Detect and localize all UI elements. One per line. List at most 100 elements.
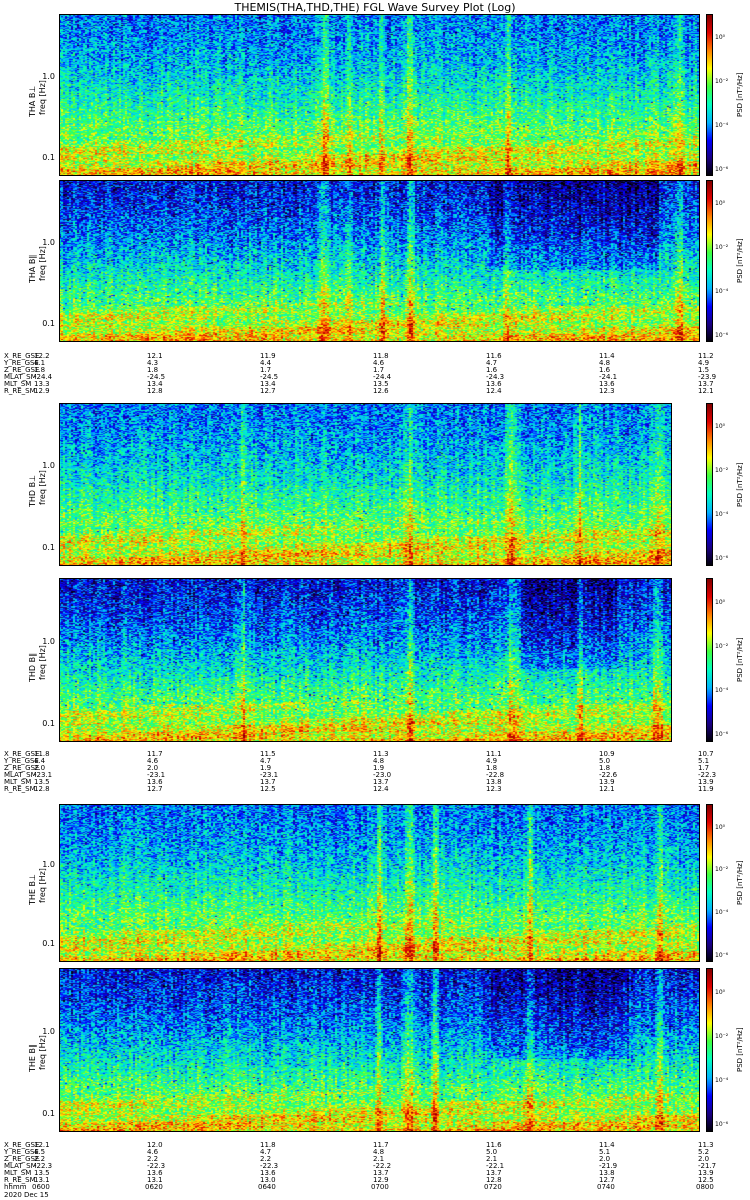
- thd-ephemeris-row: MLT_SM 13.5 13.6 13.7 13.7 13.8 13.9 13.9: [0, 778, 750, 786]
- tha-bpar-colorbar-tick: 10⁻⁴: [715, 287, 729, 295]
- tha-bpar-colorbar-tick: 10⁰: [715, 200, 726, 208]
- thd-bpar-spectrogram: [59, 578, 672, 742]
- tha-bperp-colorbar-label: PSD [nT²/Hz]: [736, 72, 744, 117]
- tha-bpar-spectrogram: [59, 180, 700, 342]
- ephemeris-value: 11.9: [698, 785, 714, 793]
- thd-ephemeris-row: Y_RE_GSE 4.4 4.6 4.7 4.8 4.9 5.0 5.1: [0, 757, 750, 765]
- tha-bpar-colorbar-label: PSD [nT²/Hz]: [736, 238, 744, 283]
- the-bpar-spectrogram: [59, 968, 700, 1132]
- the-bperp-colorbar-tick: 10⁻⁴: [715, 909, 729, 917]
- the-ephemeris-row: Y_RE_GSE 4.5 4.6 4.7 4.8 5.0 5.1 5.2: [0, 1148, 750, 1156]
- tha-bpar-colorbar: [706, 180, 712, 342]
- thd-bperp-colorbar-tick: 10⁻⁶: [715, 555, 729, 563]
- the-ephemeris-row: MLT_SM 13.5 13.6 13.6 13.7 13.7 13.8 13.9: [0, 1169, 750, 1177]
- tha-ephemeris-row: X_RE_GSE 12.2 12.1 11.9 11.8 11.6 11.4 11.2: [0, 352, 750, 360]
- the-ephemeris-row: R_RE_SM 13.1 13.1 13.0 12.9 12.8 12.7 12.5: [0, 1176, 750, 1184]
- ephemeris-value: 12.6: [373, 387, 389, 395]
- the-bpar-ytick: 1.0: [42, 1026, 55, 1036]
- thd-bpar-ytick: 0.1: [42, 718, 55, 728]
- tha-bpar-freq-label: freq [Hz]: [38, 246, 47, 281]
- ephemeris-value: 12.3: [599, 387, 615, 395]
- the-ephemeris-row: Z_RE_GSE 2.2 2.2 2.2 2.1 2.1 2.0 2.0: [0, 1155, 750, 1163]
- thd-bperp-colorbar-tick: 10⁰: [715, 423, 726, 431]
- the-bpar-colorbar-tick: 10⁻⁴: [715, 1077, 729, 1085]
- the-bpar-colorbar-tick: 10⁻²: [715, 1032, 729, 1040]
- date-label: 2020 Dec 15: [4, 1191, 49, 1199]
- tha-bperp-ytick: 1.0: [42, 72, 55, 82]
- time-axis-row: hhmm 0600 0620 0640 0700 0720 0740 0800: [0, 1183, 750, 1191]
- the-bpar-freq-label: freq [Hz]: [38, 1035, 47, 1070]
- the-bpar-colorbar: [706, 968, 712, 1132]
- time-tick: 0620: [145, 1183, 163, 1191]
- the-ephemeris-row: MLAT_SM -22.3 -22.3 -22.3 -22.2 -22.1 -21.9 -21…: [0, 1162, 750, 1170]
- thd-bpar-colorbar-tick: 10⁻²: [715, 642, 729, 650]
- plot-title: THEMIS(THA,THD,THE) FGL Wave Survey Plot…: [234, 1, 516, 14]
- the-bperp-colorbar-tick: 10⁰: [715, 823, 726, 831]
- time-tick: 0700: [371, 1183, 389, 1191]
- thd-ephemeris-row: Z_RE_GSE 2.0 2.0 1.9 1.9 1.8 1.8 1.7: [0, 764, 750, 772]
- thd-bperp-ytick: 1.0: [42, 461, 55, 471]
- ephemeris-value: 12.3: [486, 785, 502, 793]
- ephemeris-value: 12.5: [260, 785, 276, 793]
- thd-bperp-colorbar: [706, 403, 712, 566]
- tha-ephemeris-row: MLAT_SM -24.4 -24.5 -24.5 -24.4 -24.3 -24.1 -23…: [0, 373, 750, 381]
- time-tick: 0720: [484, 1183, 502, 1191]
- thd-bpar-colorbar-tick: 10⁻⁶: [715, 731, 729, 739]
- time-tick: 0740: [597, 1183, 615, 1191]
- thd-ephemeris-row: MLAT_SM -23.1 -23.1 -23.1 -23.0 -22.8 -22.6 -22…: [0, 771, 750, 779]
- the-bpar-ytick: 0.1: [42, 1108, 55, 1118]
- thd-bpar-colorbar-label: PSD [nT²/Hz]: [736, 637, 744, 682]
- thd-bpar-colorbar-tick: 10⁻⁴: [715, 687, 729, 695]
- the-bperp-colorbar: [706, 804, 712, 962]
- ephemeris-value: 12.7: [260, 387, 276, 395]
- ephemeris-value: 12.4: [373, 785, 389, 793]
- the-ephemeris-row: X_RE_GSE 12.1 12.0 11.8 11.7 11.6 11.4 11.3: [0, 1141, 750, 1149]
- the-bpar-colorbar-label: PSD [nT²/Hz]: [736, 1027, 744, 1072]
- ephemeris-value: 12.8: [147, 387, 163, 395]
- tha-bperp-freq-label: freq [Hz]: [38, 80, 47, 115]
- thd-bpar-colorbar-tick: 10⁰: [715, 598, 726, 606]
- the-bperp-ytick: 0.1: [42, 939, 55, 949]
- thd-bpar-ylabel: THD B∥: [28, 652, 37, 682]
- thd-bperp-colorbar-tick: 10⁻⁴: [715, 511, 729, 519]
- tha-ephemeris-row: R_RE_SM 12.9 12.8 12.7 12.6 12.4 12.3 12.1: [0, 387, 750, 395]
- thd-bpar-ytick: 1.0: [42, 636, 55, 646]
- ephemeris-value: 12.7: [147, 785, 163, 793]
- tha-bpar-colorbar-tick: 10⁻²: [715, 244, 729, 252]
- tha-bperp-colorbar: [706, 14, 712, 176]
- thd-bperp-colorbar-tick: 10⁻²: [715, 467, 729, 475]
- tha-bpar-ytick: 0.1: [42, 319, 55, 329]
- the-bperp-freq-label: freq [Hz]: [38, 868, 47, 903]
- the-bperp-ytick: 1.0: [42, 860, 55, 870]
- ephemeris-label: R_RE_SM: [4, 785, 36, 793]
- the-bperp-spectrogram: [59, 804, 700, 962]
- tha-bperp-colorbar-tick: 10⁰: [715, 34, 726, 42]
- thd-bperp-ylabel: THD B⊥: [28, 474, 37, 507]
- tha-bpar-ylabel: THA B∥: [28, 254, 37, 283]
- the-bperp-ylabel: THE B⊥: [28, 874, 37, 905]
- the-bpar-colorbar-tick: 10⁻⁶: [715, 1121, 729, 1129]
- time-tick: 0600: [32, 1183, 50, 1191]
- thd-bperp-freq-label: freq [Hz]: [38, 469, 47, 505]
- tha-bperp-ylabel: THA B⊥: [28, 85, 37, 117]
- time-tick: 0800: [696, 1183, 714, 1191]
- ephemeris-value: 12.1: [698, 387, 714, 395]
- thd-bpar-freq-label: freq [Hz]: [38, 645, 47, 680]
- ephemeris-value: 12.4: [486, 387, 502, 395]
- tha-ephemeris-row: MLT_SM 13.3 13.4 13.4 13.5 13.6 13.6 13.7: [0, 380, 750, 388]
- ephemeris-label: R_RE_SM: [4, 387, 36, 395]
- tha-ephemeris-row: Y_RE_GSE 4.1 4.3 4.4 4.6 4.7 4.8 4.9: [0, 359, 750, 367]
- tha-ephemeris-row: Z_RE_GSE 1.8 1.8 1.7 1.7 1.6 1.6 1.5: [0, 366, 750, 374]
- thd-ephemeris-row: R_RE_SM 12.8 12.7 12.5 12.4 12.3 12.1 11.9: [0, 785, 750, 793]
- tha-bperp-colorbar-tick: 10⁻⁴: [715, 121, 729, 129]
- thd-bperp-spectrogram: [59, 403, 672, 566]
- tha-bpar-ytick: 1.0: [42, 238, 55, 248]
- the-bperp-colorbar-label: PSD [nT²/Hz]: [736, 860, 744, 905]
- ephemeris-value: 12.8: [34, 785, 50, 793]
- time-tick: 0640: [258, 1183, 276, 1191]
- tha-bperp-ytick: 0.1: [42, 153, 55, 163]
- thd-ephemeris-row: X_RE_GSE 11.8 11.7 11.5 11.3 11.1 10.9 10.7: [0, 750, 750, 758]
- thd-bperp-colorbar-label: PSD [nT²/Hz]: [736, 461, 744, 507]
- tha-bpar-colorbar-tick: 10⁻⁶: [715, 331, 729, 339]
- time-axis-label: hhmm: [4, 1183, 27, 1191]
